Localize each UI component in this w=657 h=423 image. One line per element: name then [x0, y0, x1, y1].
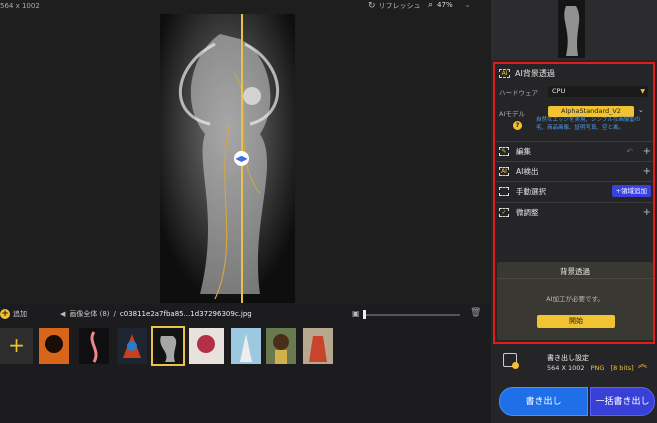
export-settings-title: 書き出し設定 [547, 354, 589, 362]
angel-image [160, 14, 295, 303]
filmstrip-toolbar: + 追加 ◀ 画像全体 (8) / c03811e2a7fba85...1d37… [0, 306, 491, 322]
ai-model-select[interactable]: AlphaStandard_V2 [548, 106, 634, 117]
canvas-topbar: 564 x 1002 ↻ リフレッシュ ⌕ 47% ⌄ [0, 0, 491, 14]
edit-icon: ✎ [499, 146, 509, 156]
zoom-icon: ⌕ [428, 0, 434, 10]
add-thumbnail-button[interactable]: + [0, 328, 33, 364]
preview-image [160, 14, 295, 303]
edit-label: 編集 [516, 146, 531, 156]
selection-icon [499, 186, 509, 196]
add-region-button[interactable]: +領域追加 [611, 185, 651, 197]
chevron-down-icon: ▼ [640, 88, 645, 95]
model-description: 自然なエッジを実現、シンプルな画像髪の毛、商品画像、証明写真、空と風。 [536, 117, 641, 131]
slider-knob[interactable] [363, 310, 366, 319]
breadcrumb-separator: / [113, 310, 116, 318]
plus-icon: + [0, 309, 10, 319]
ai-model-value: AlphaStandard_V2 [561, 107, 621, 115]
ai-detect-row[interactable]: AI AI検出 + [499, 162, 653, 180]
image-dimensions: 564 x 1002 [0, 2, 40, 10]
gear-icon [512, 362, 519, 369]
undo-icon[interactable]: ↶ [626, 147, 633, 156]
navigator-preview[interactable] [491, 0, 657, 60]
ai-bg-removal-header: AI AI背景透過 [499, 68, 555, 79]
manual-select-row[interactable]: 手動選択 +領域追加 [499, 182, 653, 200]
split-handle-icon[interactable]: ◀▶ [234, 151, 249, 166]
thumbnail-selected[interactable] [151, 326, 185, 366]
thumbnail[interactable] [117, 328, 147, 364]
navigator-image [558, 0, 585, 58]
trash-icon[interactable]: 🗑 [470, 308, 481, 318]
back-arrow-icon[interactable]: ◀ [60, 310, 65, 318]
divider [497, 278, 653, 279]
edit-row[interactable]: ✎ 編集 ↶ + [499, 142, 653, 160]
thumbnail[interactable] [79, 328, 109, 364]
export-settings-icon[interactable] [503, 353, 519, 369]
bg-card-message: AI加工が必要です。 [546, 295, 604, 303]
thumbnail-size-slider[interactable] [364, 314, 460, 316]
ai-detect-label: AI検出 [516, 166, 539, 176]
add-image-button[interactable]: + 追加 [0, 309, 27, 319]
help-icon[interactable]: ? [513, 121, 522, 130]
export-info: 564 X 1002 PNG [8 bits] [547, 364, 634, 372]
fine-adjust-row[interactable]: ✓ 微調整 + [499, 203, 653, 221]
ai-bg-title: AI背景透過 [515, 69, 555, 78]
add-label: 追加 [13, 310, 27, 318]
thumbnail[interactable] [266, 328, 296, 364]
zoom-control[interactable]: ⌕ 47% ⌄ [428, 0, 470, 10]
image-size-icon: ▣ [352, 309, 360, 318]
plus-icon[interactable]: + [643, 146, 651, 157]
plus-icon[interactable]: + [643, 166, 651, 177]
zoom-value: 47% [437, 1, 453, 9]
thumbnail[interactable] [231, 328, 261, 364]
ai-model-label: AIモデル [499, 110, 525, 118]
plus-icon[interactable]: + [643, 207, 651, 218]
thumbnail[interactable] [189, 328, 224, 364]
thumbnail[interactable] [39, 328, 69, 364]
refresh-icon: ↻ [368, 1, 376, 11]
bg-card-title: 背景透過 [560, 267, 590, 276]
hardware-label: ハードウェア [499, 89, 538, 97]
app-window: 564 x 1002 ↻ リフレッシュ ⌕ 47% ⌄ ◀▶ + 追加 ◀ 画像… [0, 0, 657, 423]
refresh-label: リフレッシュ [378, 2, 421, 10]
start-button[interactable]: 開始 [537, 315, 615, 328]
chevron-up-icon[interactable]: ︽ [638, 357, 647, 370]
batch-export-button[interactable]: 一括書き出し [590, 387, 655, 416]
ai-detect-icon: AI [499, 166, 509, 176]
chevron-down-icon: ⌄ [464, 1, 471, 9]
export-format: PNG [590, 364, 605, 372]
background-removal-card: 背景透過 AI加工が必要です。 開始 [497, 262, 653, 340]
fine-adjust-label: 微調整 [516, 207, 539, 217]
export-button[interactable]: 書き出し [499, 387, 588, 416]
export-dimensions: 564 X 1002 [547, 364, 585, 372]
folder-label[interactable]: 画像全体 (8) [69, 309, 109, 319]
hardware-select[interactable]: CPU ▼ [548, 86, 648, 97]
export-bits: [8 bits] [610, 364, 634, 372]
ai-background-icon: AI [499, 69, 510, 78]
current-filename: c03811e2a7fba85...1d37296309c.jpg [119, 310, 252, 318]
thumbnail[interactable] [303, 328, 333, 364]
manual-select-label: 手動選択 [516, 186, 546, 196]
chevron-down-icon[interactable]: ⌄ [638, 106, 644, 114]
hardware-value: CPU [552, 87, 566, 95]
breadcrumb: ◀ 画像全体 (8) / c03811e2a7fba85...1d3729630… [60, 309, 252, 319]
adjust-icon: ✓ [499, 207, 509, 217]
filmstrip: + [0, 326, 491, 366]
refresh-button[interactable]: ↻ リフレッシュ [368, 1, 421, 11]
